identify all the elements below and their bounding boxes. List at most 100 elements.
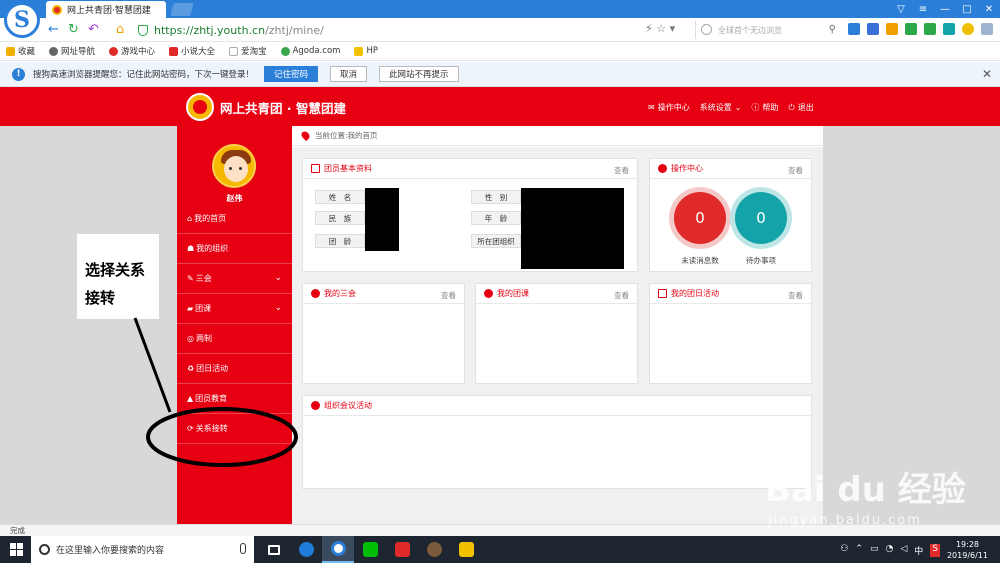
volume-icon[interactable]: ◁ (900, 544, 907, 557)
sidebar-item-liangzhi[interactable]: ◎ 两制 (177, 324, 292, 354)
main-content: 当前位置:我的首页 团员基本资料 查看 姓 名 民 族 团 龄 性 别 年 龄 … (292, 126, 823, 524)
instruction-callout: 选择关系 接转 (77, 234, 159, 319)
ops-view-link[interactable]: 查看 (788, 165, 803, 176)
undo-icon[interactable]: ↶ (88, 22, 99, 37)
tuanke-view-link[interactable]: 查看 (614, 290, 629, 301)
sidebar-item-sanhui[interactable]: ✎ 三会 ⌄ (177, 264, 292, 294)
sidebar-item-education[interactable]: ▲ 团员教育 (177, 384, 292, 414)
window-controls: ▽ ≡ — □ ✕ (890, 0, 1000, 18)
game-center-icon (109, 46, 119, 56)
sidebar-item-home[interactable]: ⌂ 我的首页 (177, 204, 292, 234)
photo-app-icon[interactable] (418, 536, 450, 563)
chevron-up-icon[interactable]: ⌃ (855, 544, 863, 557)
sidebar-item-tuanke[interactable]: ▰ 团课 ⌄ (177, 294, 292, 324)
nav-ops-center[interactable]: ✉ 操作中心 (648, 102, 690, 113)
help-icon: ⓘ (751, 103, 760, 112)
graduation-icon: ▲ (187, 394, 194, 403)
tuanri-view-link[interactable]: 查看 (788, 290, 803, 301)
windows-taskbar: 在这里输入你要搜索的内容 ⚇ ⌃ ▭ ◔ ◁ 中 S 19:28 2019/6/… (0, 536, 1000, 563)
extension-icon[interactable] (848, 23, 860, 35)
bookmark-nav[interactable]: 网址导航 (49, 45, 95, 57)
browser-tab-active[interactable]: 网上共青团·智慧团建 (46, 1, 166, 18)
sogou-ime-icon[interactable]: S (930, 544, 940, 557)
site-nav: ✉ 操作中心 系统设置 ⌄ ⓘ 帮助 ⏻ 退出 (648, 102, 814, 113)
red-app-icon[interactable] (386, 536, 418, 563)
magnifier-icon[interactable]: ⚲ (829, 24, 836, 35)
security-shield-icon (138, 24, 148, 36)
refresh-icon[interactable]: ↻ (68, 22, 79, 37)
menu-icon[interactable]: ≡ (912, 0, 934, 18)
sidebar-item-transfer[interactable]: ⟳ 关系接转 (177, 414, 292, 444)
folder-icon (354, 46, 364, 56)
clock-time: 19:28 (955, 540, 980, 549)
skin-icon[interactable]: ▽ (890, 0, 912, 18)
new-tab-button[interactable] (170, 3, 194, 16)
people-icon[interactable]: ⚇ (840, 544, 848, 557)
label-league-age: 团 龄 (315, 234, 365, 248)
taskbar-clock[interactable]: 19:28 2019/6/11 (947, 539, 988, 561)
sanhui-view-link[interactable]: 查看 (441, 290, 456, 301)
infobar-message: 搜狗高速浏览器提醒您：记住此网站密码，下次一键登录！ (33, 70, 255, 80)
lightning-star-icons[interactable]: ⚡ ☆ ▾ (645, 22, 675, 35)
browser-search-box[interactable]: 全球首个无边浏览 ⚲ (695, 21, 840, 39)
scissors-icon[interactable] (867, 23, 879, 35)
cancel-button[interactable]: 取消 (330, 66, 368, 82)
tuanke-panel-header: 我的团课 查看 (476, 284, 637, 304)
edge-browser-icon[interactable] (290, 536, 322, 563)
bookmark-novels[interactable]: 小说大全 (169, 45, 215, 57)
taskbar-search[interactable]: 在这里输入你要搜索的内容 (31, 536, 254, 563)
grid-icon[interactable] (981, 23, 993, 35)
image-icon[interactable] (924, 23, 936, 35)
close-window-button[interactable]: ✕ (978, 0, 1000, 18)
back-arrow-icon[interactable]: ← (48, 22, 59, 37)
home-icon: ⌂ (187, 214, 193, 223)
face-icon[interactable] (962, 23, 974, 35)
redacted-right-block (521, 188, 624, 269)
network-icon[interactable]: ◔ (885, 544, 893, 557)
baidu-watermark-url: jingyan.baidu.com (768, 513, 922, 528)
file-explorer-icon[interactable] (450, 536, 482, 563)
nav-help[interactable]: ⓘ 帮助 (751, 102, 778, 113)
envelope-icon: ✉ (648, 103, 655, 112)
sogou-browser-task-icon[interactable] (322, 536, 354, 563)
todo-counter[interactable]: 0 (735, 192, 787, 244)
sogou-browser-logo-icon[interactable]: S (4, 2, 40, 38)
iqiyi-icon[interactable] (354, 536, 386, 563)
sidebar-item-tuanri[interactable]: ♻ 团日活动 (177, 354, 292, 384)
windows-start-icon[interactable] (10, 543, 23, 556)
gear-icon (658, 164, 667, 173)
bag-icon[interactable] (943, 23, 955, 35)
nav-settings[interactable]: 系统设置 ⌄ (700, 102, 742, 113)
ime-indicator[interactable]: 中 (914, 544, 923, 557)
microphone-icon[interactable] (240, 543, 246, 554)
remember-password-button[interactable]: 记住密码 (264, 66, 319, 82)
recycle-icon: ♻ (187, 364, 195, 373)
key-icon[interactable] (886, 23, 898, 35)
profile-view-link[interactable]: 查看 (614, 165, 629, 176)
sogou-search-icon (701, 24, 712, 35)
site-title: 网上共青团 · 智慧团建 (220, 101, 346, 116)
never-prompt-button[interactable]: 此网站不再提示 (379, 66, 459, 82)
nav-logout[interactable]: ⏻ 退出 (788, 102, 813, 113)
close-infobar-icon[interactable]: ✕ (982, 67, 992, 81)
meeting-panel-header: 组织会议活动 (303, 396, 811, 416)
maximize-button[interactable]: □ (956, 0, 978, 18)
system-tray: ⚇ ⌃ ▭ ◔ ◁ 中 S (840, 544, 940, 557)
game-icon[interactable] (905, 23, 917, 35)
bookmark-games[interactable]: 游戏中心 (109, 45, 155, 57)
minimize-button[interactable]: — (934, 0, 956, 18)
bookmark-hp[interactable]: HP (354, 46, 378, 56)
home-icon[interactable]: ⌂ (116, 22, 124, 37)
battery-icon[interactable]: ▭ (870, 544, 879, 557)
url-host: https://zhtj.youth.cn (154, 23, 266, 37)
bookmark-favorites[interactable]: 收藏 (6, 45, 35, 57)
url-field[interactable]: https://zhtj.youth.cn/zhtj/mine/ (138, 21, 680, 39)
unread-messages-counter[interactable]: 0 (674, 192, 726, 244)
bookmark-taobao[interactable]: 爱淘宝 (229, 45, 267, 57)
sidebar-item-organization[interactable]: ☗ 我的组织 (177, 234, 292, 264)
task-view-icon[interactable] (258, 536, 290, 563)
avatar[interactable] (212, 144, 256, 188)
bookmark-agoda[interactable]: Agoda.com (280, 46, 340, 56)
sidebar: 赵伟 ⌂ 我的首页 ☗ 我的组织 ✎ 三会 ⌄ ▰ 团课 ⌄ ◎ 两制 ♻ 团日活动 ▲ 团员教育… (177, 126, 292, 524)
group-icon: ☗ (187, 244, 195, 253)
